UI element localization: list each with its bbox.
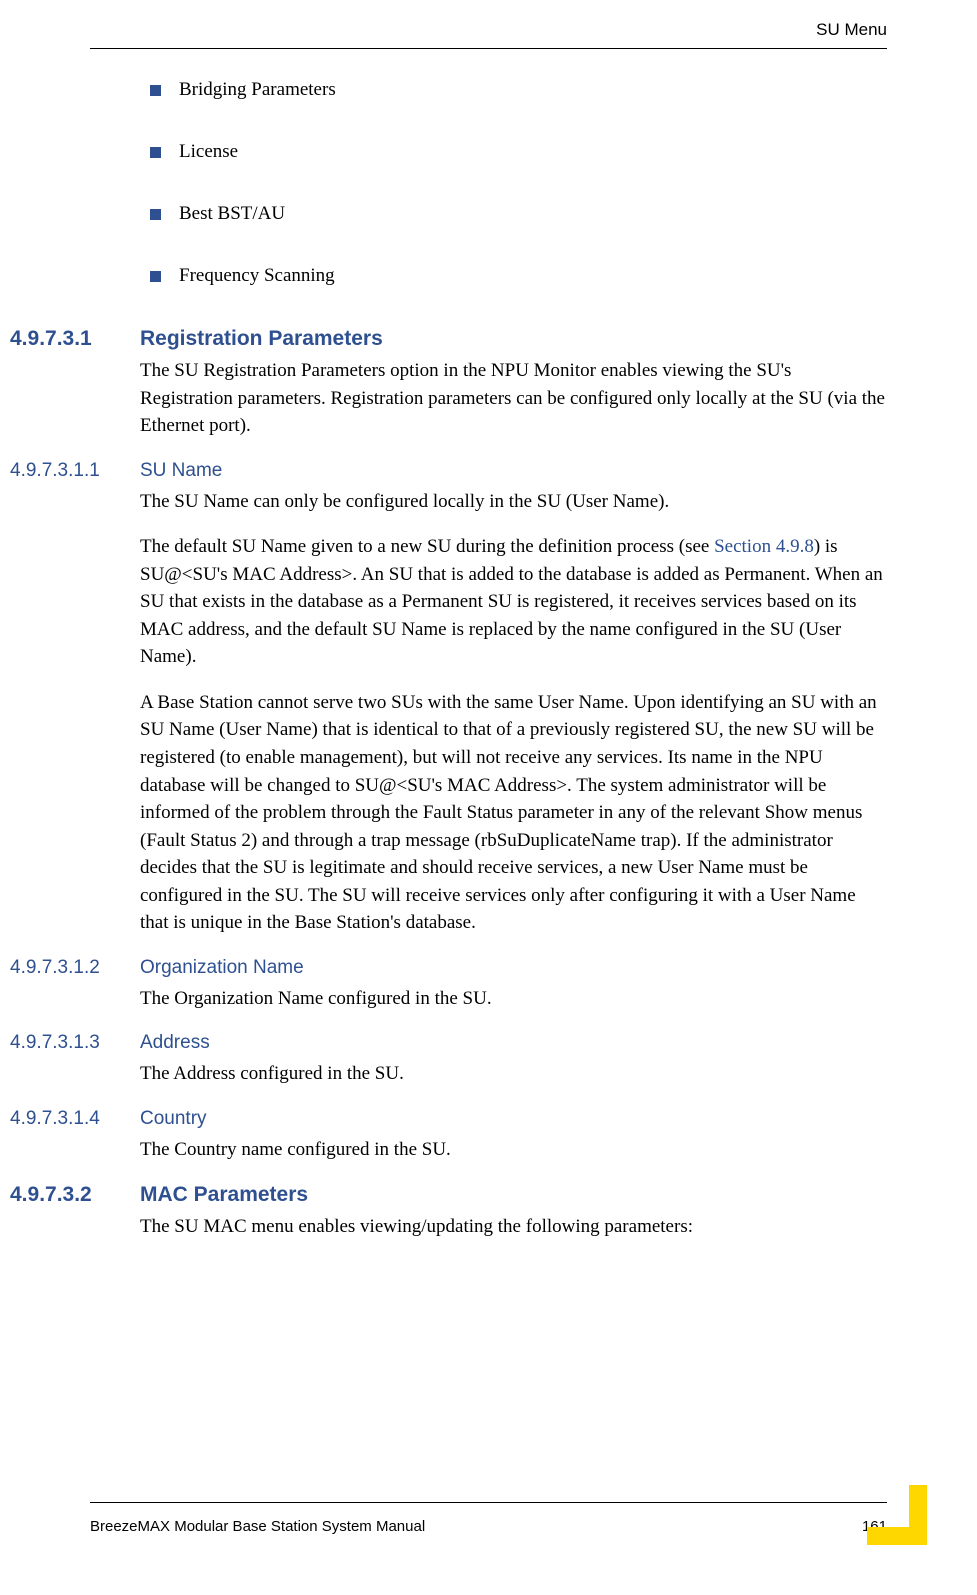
- bullet-item: Best BST/AU: [150, 203, 887, 225]
- section-organization-name: 4.9.7.3.1.2 Organization Name The Organi…: [10, 957, 887, 1013]
- section-number: 4.9.7.3.1.1: [10, 460, 140, 482]
- section-country: 4.9.7.3.1.4 Country The Country name con…: [10, 1108, 887, 1164]
- bullet-icon: [150, 209, 161, 220]
- page-footer: BreezeMAX Modular Base Station System Ma…: [90, 1502, 887, 1535]
- bullet-text: Best BST/AU: [179, 203, 285, 225]
- page-header: SU Menu: [0, 0, 977, 48]
- bullet-icon: [150, 271, 161, 282]
- section-address: 4.9.7.3.1.3 Address The Address configur…: [10, 1032, 887, 1088]
- section-registration-parameters: 4.9.7.3.1 Registration Parameters The SU…: [10, 327, 887, 440]
- body-text: The Address configured in the SU.: [140, 1060, 887, 1088]
- section-title: Registration Parameters: [140, 327, 383, 351]
- body-text: The Organization Name configured in the …: [140, 985, 887, 1013]
- bullet-icon: [150, 147, 161, 158]
- footer-divider: [90, 1502, 887, 1503]
- body-text: A Base Station cannot serve two SUs with…: [140, 689, 887, 937]
- body-text: The SU MAC menu enables viewing/updating…: [140, 1213, 887, 1241]
- bullet-text: License: [179, 141, 238, 163]
- bullet-list: Bridging Parameters License Best BST/AU …: [150, 79, 887, 287]
- footer-title: BreezeMAX Modular Base Station System Ma…: [90, 1518, 425, 1535]
- section-su-name: 4.9.7.3.1.1 SU Name The SU Name can only…: [10, 460, 887, 937]
- section-number: 4.9.7.3.1.4: [10, 1108, 140, 1130]
- section-number: 4.9.7.3.1.2: [10, 957, 140, 979]
- body-text: The SU Registration Parameters option in…: [140, 357, 887, 440]
- body-text: The SU Name can only be configured local…: [140, 488, 887, 516]
- bullet-icon: [150, 85, 161, 96]
- section-number: 4.9.7.3.1: [10, 327, 140, 351]
- section-mac-parameters: 4.9.7.3.2 MAC Parameters The SU MAC menu…: [10, 1183, 887, 1241]
- corner-decoration: [867, 1485, 927, 1545]
- section-title: Organization Name: [140, 957, 304, 979]
- section-title: SU Name: [140, 460, 222, 482]
- bullet-text: Frequency Scanning: [179, 265, 335, 287]
- section-title: MAC Parameters: [140, 1183, 308, 1207]
- body-text: The Country name configured in the SU.: [140, 1136, 887, 1164]
- section-number: 4.9.7.3.2: [10, 1183, 140, 1207]
- section-title: Address: [140, 1032, 210, 1054]
- bullet-item: Bridging Parameters: [150, 79, 887, 101]
- body-text: The default SU Name given to a new SU du…: [140, 533, 887, 671]
- section-title: Country: [140, 1108, 207, 1130]
- section-link[interactable]: Section 4.9.8: [714, 536, 814, 557]
- bullet-item: License: [150, 141, 887, 163]
- section-number: 4.9.7.3.1.3: [10, 1032, 140, 1054]
- bullet-text: Bridging Parameters: [179, 79, 336, 101]
- bullet-item: Frequency Scanning: [150, 265, 887, 287]
